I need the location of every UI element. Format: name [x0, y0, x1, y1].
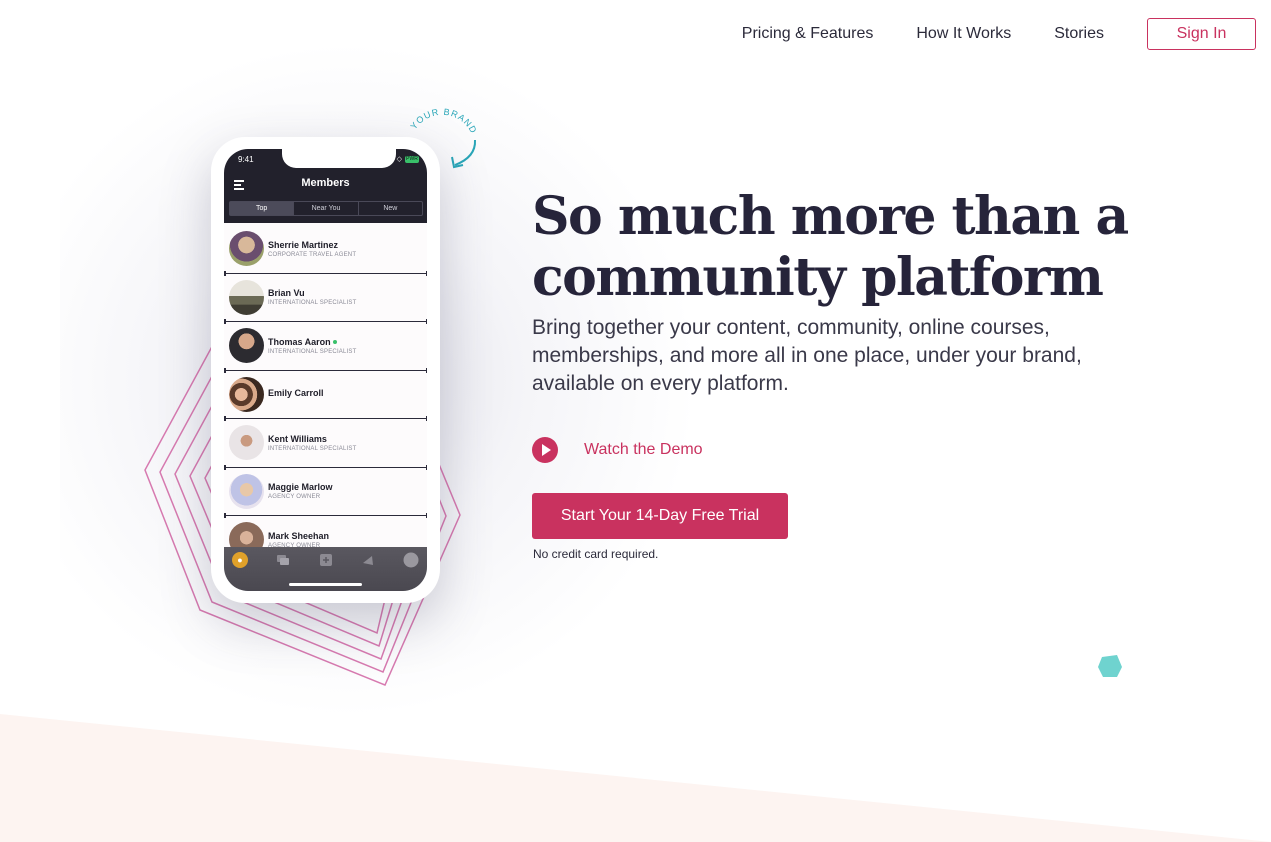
member-role: INTERNATIONAL SPECIALIST	[268, 348, 357, 355]
top-nav: Pricing & Features How It Works Stories …	[742, 18, 1256, 50]
phone-mockup: 9:41 ◇ PWR Members Top Near You New Sher…	[211, 137, 440, 603]
member-list: Sherrie Martinez CORPORATE TRAVEL AGENT …	[224, 225, 427, 566]
play-icon[interactable]	[532, 437, 558, 463]
member-name: Mark Sheehan	[268, 530, 330, 541]
list-item[interactable]: Emily Carroll	[224, 371, 427, 421]
member-role: INTERNATIONAL SPECIALIST	[268, 445, 357, 452]
list-item[interactable]: Thomas Aaron INTERNATIONAL SPECIALIST	[224, 322, 427, 372]
list-item[interactable]: Brian Vu INTERNATIONAL SPECIALIST	[224, 274, 427, 324]
avatar	[229, 425, 264, 461]
watch-demo-link[interactable]: Watch the Demo	[532, 437, 703, 463]
app-tab-bar: ●	[224, 547, 427, 591]
teal-hexagon-decoration	[1098, 655, 1122, 677]
nav-link-stories[interactable]: Stories	[1054, 25, 1104, 43]
phone-notch	[282, 149, 396, 168]
nav-link-how-it-works[interactable]: How It Works	[916, 25, 1011, 43]
avatar	[229, 376, 264, 412]
member-name: Emily Carroll	[268, 388, 324, 399]
nav-link-pricing-features[interactable]: Pricing & Features	[742, 25, 874, 43]
member-name: Brian Vu	[268, 288, 305, 299]
member-role: AGENCY OWNER	[268, 494, 321, 501]
app-title: Members	[301, 177, 350, 189]
list-item[interactable]: Kent Williams INTERNATIONAL SPECIALIST	[224, 419, 427, 469]
avatar	[229, 328, 264, 364]
profile-icon[interactable]	[403, 552, 419, 568]
avatar	[229, 231, 264, 267]
member-name: Sherrie Martinez	[268, 239, 339, 250]
sign-in-button[interactable]: Sign In	[1147, 18, 1256, 50]
tab-new[interactable]: New	[359, 202, 422, 215]
member-role: CORPORATE TRAVEL AGENT	[268, 251, 357, 258]
battery-icon: PWR	[405, 155, 419, 163]
home-icon[interactable]: ●	[232, 552, 248, 568]
member-name: Thomas Aaron	[268, 337, 356, 347]
member-name: Maggie Marlow	[268, 482, 333, 493]
start-free-trial-button[interactable]: Start Your 14-Day Free Trial	[532, 493, 788, 539]
hero-headline: So much more than a community platform	[532, 186, 1129, 308]
hero-subhead: Bring together your content, community, …	[532, 316, 1082, 395]
phone-screen: 9:41 ◇ PWR Members Top Near You New Sher…	[224, 149, 427, 591]
status-icons: ◇ PWR	[397, 155, 419, 163]
home-indicator	[289, 583, 362, 586]
chat-icon[interactable]	[275, 552, 291, 568]
member-name: Kent Williams	[268, 433, 327, 444]
watch-demo-label[interactable]: Watch the Demo	[584, 441, 703, 459]
no-credit-card-note: No credit card required.	[533, 547, 659, 561]
avatar	[229, 473, 264, 509]
brand-here-label: YOUR BRAND HERE	[400, 95, 479, 135]
avatar	[229, 279, 264, 315]
add-icon[interactable]	[318, 552, 334, 568]
tab-top[interactable]: Top	[230, 202, 295, 215]
wifi-icon: ◇	[396, 156, 402, 163]
member-role: INTERNATIONAL SPECIALIST	[268, 300, 357, 307]
status-time: 9:41	[238, 155, 254, 164]
list-item[interactable]: Sherrie Martinez CORPORATE TRAVEL AGENT	[224, 225, 427, 275]
member-filter-tabs: Top Near You New	[229, 201, 423, 216]
tab-near-you[interactable]: Near You	[294, 202, 359, 215]
list-item[interactable]: Maggie Marlow AGENCY OWNER	[224, 468, 427, 518]
online-status-dot	[332, 340, 337, 345]
notifications-icon[interactable]	[360, 552, 376, 568]
